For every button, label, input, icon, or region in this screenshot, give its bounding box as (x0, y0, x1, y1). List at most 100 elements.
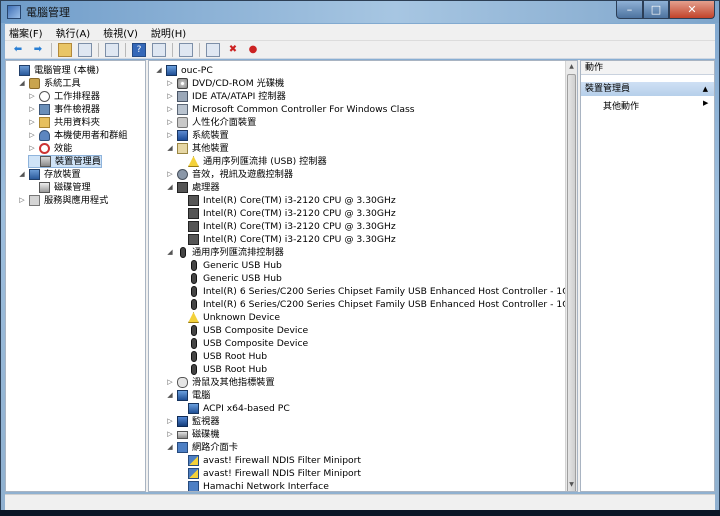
tree-item[interactable]: ◢ 存放裝置 (18, 168, 81, 181)
expand-arrow-icon[interactable]: ▷ (166, 90, 174, 103)
expand-arrow-icon[interactable]: ▷ (166, 376, 174, 389)
device-item[interactable]: USB Composite Device (177, 337, 308, 350)
forward-arrow-icon[interactable]: ➡ (31, 43, 45, 57)
device-item[interactable]: avast! Firewall NDIS Filter Miniport (177, 467, 361, 480)
device-item[interactable]: USB Composite Device (177, 324, 308, 337)
device-item[interactable]: avast! Firewall NDIS Filter Miniport (177, 454, 361, 467)
maximize-button[interactable]: □ (643, 1, 669, 19)
device-item[interactable]: ◢ ouc-PC (155, 64, 213, 77)
minimize-button[interactable]: – (616, 1, 643, 19)
tree-item[interactable]: 電腦管理 (本機) (8, 64, 99, 77)
device-item[interactable]: USB Root Hub (177, 363, 267, 376)
menu-view[interactable]: 檢視(V) (103, 25, 138, 40)
device-item[interactable]: USB Root Hub (177, 350, 267, 363)
device-item[interactable]: ◢ 通用序列匯流排控制器 (166, 246, 284, 259)
device-item[interactable]: ◢ 電腦 (166, 389, 210, 402)
expand-arrow-icon[interactable]: ▷ (18, 194, 26, 207)
scan-hardware-icon[interactable] (179, 42, 193, 57)
scroll-down-icon[interactable]: ▼ (566, 479, 577, 491)
device-item[interactable]: ▷ 系統裝置 (166, 129, 229, 142)
item-label: Unknown Device (203, 312, 280, 323)
device-item[interactable]: ◢ 網路介面卡 (166, 441, 238, 454)
disable-icon[interactable]: ● (246, 43, 260, 57)
actions-section-device-manager[interactable]: 裝置管理員 ▲ (581, 82, 714, 96)
close-button[interactable]: ✕ (669, 1, 715, 19)
expand-arrow-icon[interactable]: ▷ (28, 116, 36, 129)
device-item[interactable]: Intel(R) 6 Series/C200 Series Chipset Fa… (177, 298, 577, 311)
show-hide-tree-icon[interactable] (78, 42, 92, 57)
more-actions[interactable]: 其他動作 ▶ (603, 99, 708, 112)
ide-icon (177, 91, 188, 102)
device-item[interactable]: Generic USB Hub (177, 272, 282, 285)
tree-item[interactable]: ▷ 本機使用者和群組 (28, 129, 128, 142)
main-content: 電腦管理 (本機) ◢ 系統工具 ▷ 工作排程器 ▷ 事件檢視器 ▷ 共用資料夾 ▷ 本機使用者和群… (5, 60, 715, 492)
device-item[interactable]: ▷ 監視器 (166, 415, 220, 428)
collapse-arrow-icon[interactable]: ◢ (18, 168, 26, 181)
expand-arrow-icon[interactable]: ▷ (166, 77, 174, 90)
expand-arrow-icon[interactable]: ▷ (166, 415, 174, 428)
collapse-arrow-icon[interactable]: ◢ (18, 77, 26, 90)
menu-file[interactable]: 檔案(F) (9, 25, 43, 40)
device-item[interactable]: ▷ 磁碟機 (166, 428, 219, 441)
device-item[interactable]: ▷ IDE ATA/ATAPI 控制器 (166, 90, 286, 103)
device-item[interactable]: ◢ 其他裝置 (166, 142, 229, 155)
item-label: 網路介面卡 (192, 442, 238, 453)
expand-arrow-icon[interactable]: ▷ (28, 129, 36, 142)
device-item[interactable]: ◢ 處理器 (166, 181, 220, 194)
expand-arrow-icon[interactable]: ▷ (166, 129, 174, 142)
vertical-scrollbar[interactable]: ▲ ▼ (565, 61, 577, 491)
collapse-arrow-icon[interactable]: ◢ (166, 142, 174, 155)
collapse-arrow-icon[interactable]: ◢ (155, 64, 163, 77)
collapse-arrow-icon[interactable]: ◢ (166, 441, 174, 454)
device-item[interactable]: 通用序列匯流排 (USB) 控制器 (177, 155, 327, 168)
properties-icon[interactable] (105, 42, 119, 57)
device-item[interactable]: Intel(R) Core(TM) i3-2120 CPU @ 3.30GHz (177, 220, 396, 233)
device-item[interactable]: Intel(R) Core(TM) i3-2120 CPU @ 3.30GHz (177, 233, 396, 246)
collapse-arrow-icon[interactable]: ◢ (166, 246, 174, 259)
device-item[interactable]: Intel(R) 6 Series/C200 Series Chipset Fa… (177, 285, 577, 298)
expand-arrow-icon[interactable]: ▷ (166, 116, 174, 129)
folder-up-icon[interactable] (58, 42, 72, 57)
tree-item[interactable]: ▷ 共用資料夾 (28, 116, 100, 129)
tree-item[interactable]: ▷ 工作排程器 (28, 90, 100, 103)
scroll-thumb[interactable] (567, 74, 576, 491)
device-item[interactable]: ▷ 音效，視訊及遊戲控制器 (166, 168, 293, 181)
expand-arrow-icon[interactable]: ▷ (166, 428, 174, 441)
device-item[interactable]: Hamachi Network Interface (177, 480, 329, 491)
menu-action[interactable]: 執行(A) (56, 25, 91, 40)
device-item[interactable]: ▷ DVD/CD-ROM 光碟機 (166, 77, 284, 90)
device-item[interactable]: ▷ 滑鼠及其他指標裝置 (166, 376, 275, 389)
tree-item[interactable]: 裝置管理員 (28, 155, 102, 168)
device-item[interactable]: ACPI x64-based PC (177, 402, 290, 415)
tree-item[interactable]: ▷ 服務與應用程式 (18, 194, 108, 207)
device-manager-icon (40, 156, 51, 167)
device-item[interactable]: ▷ Microsoft Common Controller For Windows… (166, 103, 415, 116)
expand-arrow-icon[interactable]: ▷ (166, 168, 174, 181)
tree-item[interactable]: ▷ 事件檢視器 (28, 103, 100, 116)
expand-arrow-icon[interactable]: ▷ (166, 103, 174, 116)
title-bar[interactable]: 電腦管理 – □ ✕ (1, 1, 719, 23)
tree-item[interactable]: ◢ 系統工具 (18, 77, 81, 90)
collapse-arrow-icon[interactable]: ◢ (166, 389, 174, 402)
users-icon (39, 130, 50, 141)
uninstall-icon[interactable]: ✖ (226, 43, 240, 57)
expand-arrow-icon[interactable]: ▷ (28, 142, 36, 155)
device-item[interactable]: Unknown Device (177, 311, 280, 324)
update-driver-icon[interactable] (206, 42, 220, 57)
back-arrow-icon[interactable]: ⬅ (11, 43, 25, 57)
tree-item[interactable]: ▷ 效能 (28, 142, 72, 155)
device-item[interactable]: Generic USB Hub (177, 259, 282, 272)
device-item[interactable]: Intel(R) Core(TM) i3-2120 CPU @ 3.30GHz (177, 194, 396, 207)
menu-help[interactable]: 說明(H) (151, 25, 186, 40)
expand-arrow-icon[interactable]: ▷ (28, 103, 36, 116)
scroll-up-icon[interactable]: ▲ (566, 61, 577, 73)
expand-arrow-icon[interactable]: ▷ (28, 90, 36, 103)
tree-item[interactable]: 磁碟管理 (28, 181, 91, 194)
help-icon[interactable]: ? (132, 42, 146, 57)
collapse-arrow-icon[interactable]: ◢ (166, 181, 174, 194)
device-item[interactable]: ▷ 人性化介面裝置 (166, 116, 256, 129)
device-item[interactable]: Intel(R) Core(TM) i3-2120 CPU @ 3.30GHz (177, 207, 396, 220)
collapse-arrow-icon[interactable]: ▲ (703, 82, 708, 96)
pc-icon (177, 390, 188, 401)
console-view-icon[interactable] (152, 42, 166, 57)
